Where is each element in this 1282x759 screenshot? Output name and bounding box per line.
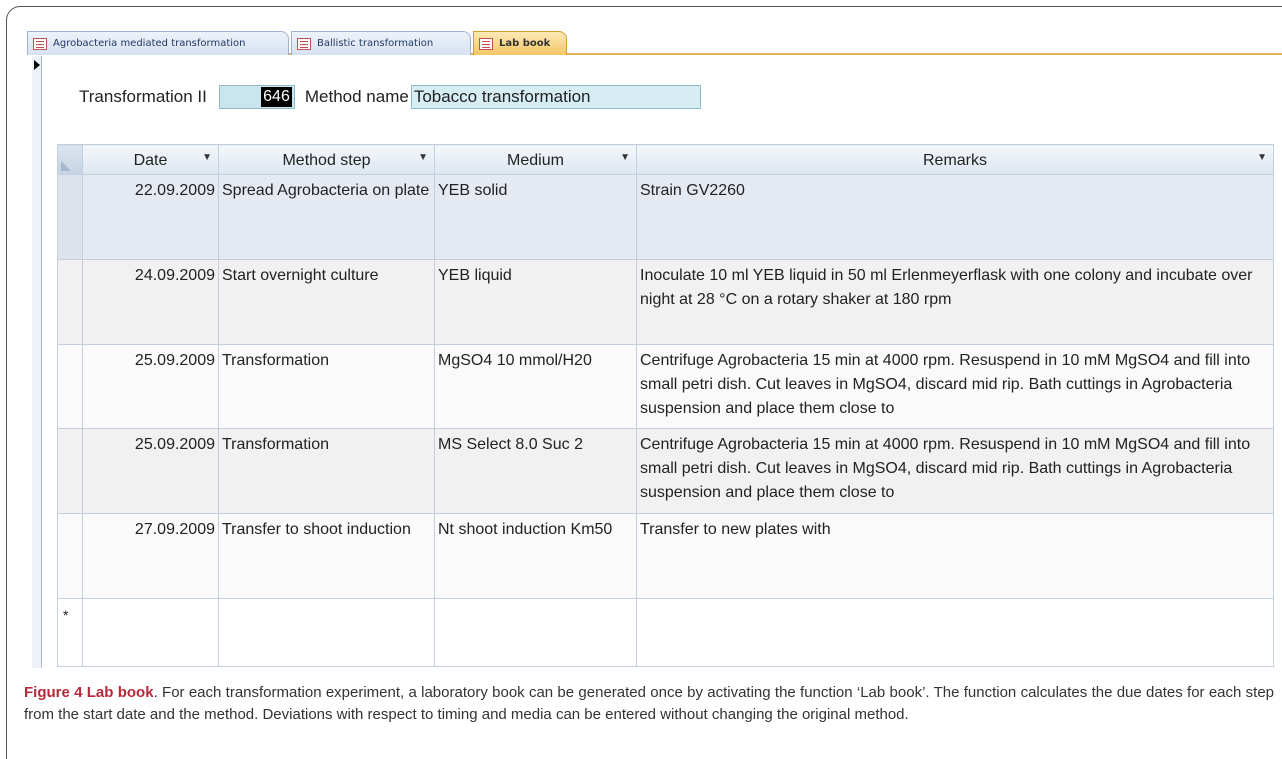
new-record-row[interactable]: * bbox=[57, 598, 1274, 667]
document-tab-bar: Agrobacteria mediated transformation Bal… bbox=[27, 29, 1282, 55]
transformation-id-value: 646 bbox=[261, 87, 292, 107]
date-cell[interactable]: 25.09.2009 bbox=[82, 428, 219, 514]
date-cell[interactable]: 24.09.2009 bbox=[82, 259, 219, 345]
tab-label: Lab book bbox=[499, 38, 551, 49]
method-step-cell[interactable]: Transformation bbox=[218, 428, 435, 514]
caption-text: . For each transformation experiment, a … bbox=[24, 684, 1275, 723]
empty-cell[interactable] bbox=[636, 598, 1274, 667]
record-selector-bar[interactable] bbox=[32, 56, 42, 668]
row-selector[interactable] bbox=[57, 513, 83, 599]
sort-dropdown-icon[interactable]: ▼ bbox=[1257, 152, 1267, 163]
row-selector[interactable] bbox=[57, 344, 83, 429]
transformation-id-field[interactable]: 646 bbox=[218, 85, 295, 109]
remarks-cell[interactable]: Transfer to new plates with bbox=[636, 513, 1274, 599]
table-row[interactable]: 25.09.2009 Transformation MS Select 8.0 … bbox=[57, 428, 1274, 514]
column-header-date[interactable]: Date ▼ bbox=[82, 144, 219, 175]
remarks-cell[interactable]: Centrifuge Agrobacteria 15 min at 4000 r… bbox=[636, 428, 1274, 514]
sort-dropdown-icon[interactable]: ▼ bbox=[620, 152, 630, 163]
new-record-icon: * bbox=[63, 607, 69, 623]
table-row[interactable]: 22.09.2009 Spread Agrobacteria on plate … bbox=[57, 174, 1274, 260]
sort-dropdown-icon[interactable]: ▼ bbox=[202, 152, 212, 163]
medium-cell[interactable]: MS Select 8.0 Suc 2 bbox=[434, 428, 637, 514]
method-name-field[interactable]: Tobacco transformation bbox=[410, 85, 701, 109]
tab-label: Agrobacteria mediated transformation bbox=[53, 38, 246, 49]
method-step-cell[interactable]: Transformation bbox=[218, 344, 435, 429]
date-cell[interactable]: 27.09.2009 bbox=[82, 513, 219, 599]
form-icon bbox=[33, 37, 47, 50]
caption-label: Figure 4 Lab book bbox=[24, 684, 154, 701]
tab-agrobacteria-mediated-transformation[interactable]: Agrobacteria mediated transformation bbox=[27, 31, 289, 55]
column-header-method-step[interactable]: Method step ▼ bbox=[218, 144, 435, 175]
table-row[interactable]: 25.09.2009 Transformation MgSO4 10 mmol/… bbox=[57, 344, 1274, 429]
table-row[interactable]: 24.09.2009 Start overnight culture YEB l… bbox=[57, 259, 1274, 345]
medium-cell[interactable]: YEB solid bbox=[434, 174, 637, 260]
date-cell[interactable]: 25.09.2009 bbox=[82, 344, 219, 429]
tab-lab-book[interactable]: Lab book bbox=[473, 31, 567, 55]
tab-label: Ballistic transformation bbox=[317, 38, 434, 49]
medium-cell[interactable]: MgSO4 10 mmol/H20 bbox=[434, 344, 637, 429]
method-step-cell[interactable]: Spread Agrobacteria on plate bbox=[218, 174, 435, 260]
column-header-label: Method step bbox=[282, 151, 371, 169]
form-icon bbox=[479, 37, 493, 50]
empty-cell[interactable] bbox=[218, 598, 435, 667]
column-header-medium[interactable]: Medium ▼ bbox=[434, 144, 637, 175]
transformation-label: Transformation II bbox=[79, 87, 207, 106]
column-header-label: Date bbox=[133, 151, 168, 169]
form-header: Transformation II 646 Method name Tobacc… bbox=[79, 85, 701, 109]
column-header-remarks[interactable]: Remarks ▼ bbox=[636, 144, 1274, 175]
table-row[interactable]: 27.09.2009 Transfer to shoot induction N… bbox=[57, 513, 1274, 599]
empty-cell[interactable] bbox=[82, 598, 219, 667]
medium-cell[interactable]: YEB liquid bbox=[434, 259, 637, 345]
lab-book-datasheet: Date ▼ Method step ▼ Medium ▼ Remarks ▼ 22.0… bbox=[57, 144, 1274, 667]
method-step-cell[interactable]: Start overnight culture bbox=[218, 259, 435, 345]
remarks-cell[interactable]: Inoculate 10 ml YEB liquid in 50 ml Erle… bbox=[636, 259, 1274, 345]
method-name-label: Method name bbox=[304, 87, 409, 106]
column-header-label: Remarks bbox=[922, 151, 987, 169]
remarks-cell[interactable]: Strain GV2260 bbox=[636, 174, 1274, 260]
empty-cell[interactable] bbox=[434, 598, 637, 667]
figure-caption: Figure 4 Lab book. For each transformati… bbox=[24, 682, 1274, 726]
date-cell[interactable]: 22.09.2009 bbox=[82, 174, 219, 260]
method-step-cell[interactable]: Transfer to shoot induction bbox=[218, 513, 435, 599]
select-all-corner[interactable] bbox=[57, 144, 83, 175]
column-header-label: Medium bbox=[507, 151, 564, 169]
select-all-icon bbox=[61, 161, 71, 171]
remarks-cell[interactable]: Centrifuge Agrobacteria 15 min at 4000 r… bbox=[636, 344, 1274, 429]
row-selector[interactable] bbox=[57, 174, 83, 260]
row-selector[interactable] bbox=[57, 259, 83, 345]
form-icon bbox=[297, 37, 311, 50]
row-selector[interactable] bbox=[57, 428, 83, 514]
tab-ballistic-transformation[interactable]: Ballistic transformation bbox=[291, 31, 471, 55]
new-record-selector[interactable]: * bbox=[57, 598, 83, 667]
sort-dropdown-icon[interactable]: ▼ bbox=[418, 152, 428, 163]
current-record-arrow-icon bbox=[34, 60, 40, 70]
medium-cell[interactable]: Nt shoot induction Km50 bbox=[434, 513, 637, 599]
